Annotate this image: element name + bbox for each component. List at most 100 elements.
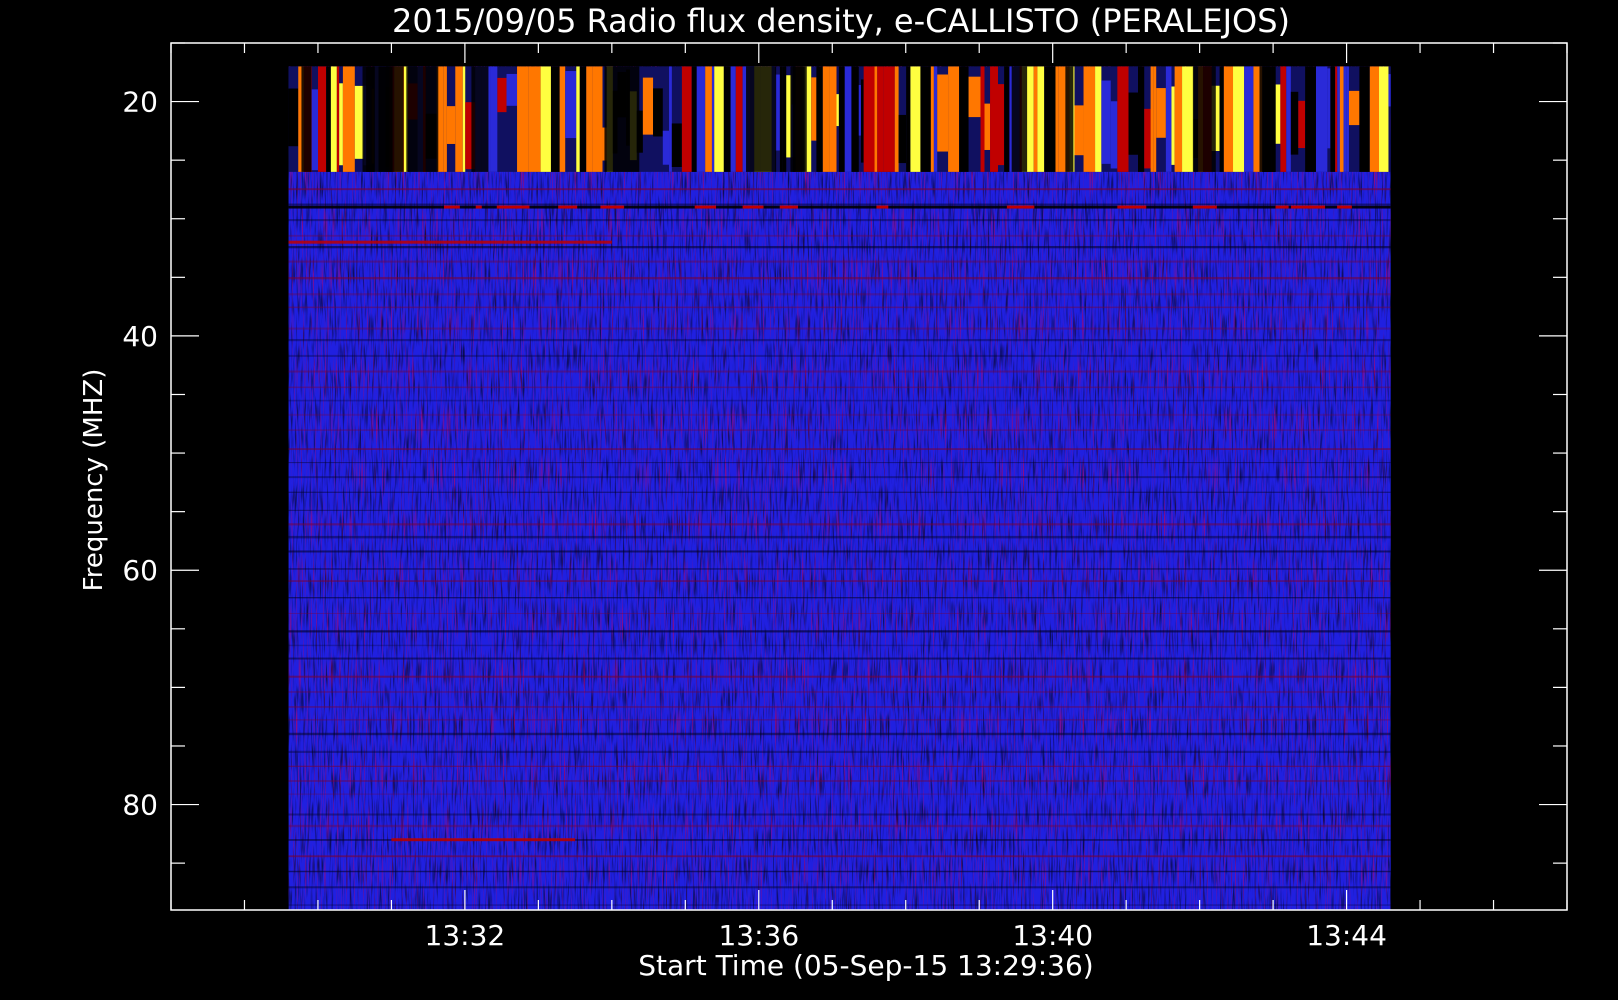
burst-stripe (1233, 66, 1245, 172)
spectrogram-line (288, 293, 1391, 296)
burst-stripe (711, 66, 715, 172)
burst-stripe (696, 66, 706, 172)
spectrogram-line (288, 597, 1391, 599)
y-axis-label: Frequency (MHZ) (79, 369, 109, 592)
spectrogram-line (288, 550, 1391, 553)
narrow-line-segment (1117, 205, 1147, 209)
burst-gap (471, 66, 489, 172)
narrow-line-segment (1006, 205, 1035, 209)
spectrogram-line (288, 523, 1391, 526)
plot-area (288, 66, 1391, 910)
burst-stripe (691, 66, 697, 172)
burst-stripe (1144, 108, 1151, 169)
spectrogram-line (288, 691, 1391, 693)
x-tick-label: 13:36 (718, 919, 799, 952)
spectrogram-line (288, 886, 1391, 889)
narrow-line-segment (558, 205, 578, 209)
narrow-line-segment (498, 205, 508, 209)
narrow-line-segment (1192, 205, 1208, 209)
spectrogram-line (288, 276, 1391, 280)
burst-stripe (898, 114, 907, 164)
x-tick-label: 13:40 (1012, 919, 1093, 952)
burst-stripe (883, 66, 895, 172)
burst-gap (1011, 66, 1028, 172)
spectrogram-line (288, 870, 1391, 873)
spectrogram-line (288, 370, 1391, 373)
burst-gap (406, 66, 439, 172)
spectrogram-line (288, 203, 1391, 205)
burst-stripe (984, 103, 991, 150)
burst-stripe (1327, 68, 1331, 149)
burst-stripe (836, 94, 839, 127)
spectrogram-line (288, 580, 1391, 582)
burst-stripe (1359, 66, 1370, 172)
spectrogram-dark-texture (288, 66, 1391, 910)
burst-stripe (877, 66, 884, 172)
burst-gap (301, 66, 312, 172)
burst-stripe (592, 66, 603, 172)
burst-stripe (653, 88, 663, 137)
burst-stripe (1348, 90, 1360, 126)
spectrogram-line (288, 509, 1391, 511)
burst-stripe (1223, 66, 1234, 172)
spectrogram-line (288, 448, 1391, 450)
spectrogram-line (288, 354, 1391, 357)
burst-stripe (1171, 86, 1175, 165)
spectrogram-line (288, 675, 1391, 678)
spectrogram-line (288, 657, 1391, 660)
burst-stripe (586, 66, 593, 172)
burst-stripe (559, 66, 566, 172)
burst-stripe (1275, 84, 1281, 144)
burst-stripe (948, 66, 960, 172)
narrow-line-segment (475, 205, 482, 209)
spectrogram-line (288, 399, 1391, 402)
burst-stripe (920, 66, 931, 172)
spectrogram-line (288, 612, 1391, 614)
burst-stripe (1074, 105, 1084, 156)
spectrogram-line (288, 327, 1391, 330)
spectrogram-line (288, 904, 1391, 906)
burst-stripe (844, 66, 852, 172)
burst-stripe (1290, 91, 1299, 155)
burst-stripe (1083, 66, 1096, 172)
burst-stripe (490, 66, 498, 172)
burst-stripe (811, 77, 817, 141)
spectrogram-line (288, 824, 1391, 828)
burst-stripe (723, 66, 731, 172)
burst-stripe (1033, 66, 1038, 172)
burst-stripe (330, 66, 337, 172)
burst-stripe (990, 66, 999, 172)
burst-stripe (1037, 66, 1045, 172)
burst-stripe (1298, 100, 1306, 149)
burst-stripe (671, 123, 682, 168)
burst-stripe (705, 66, 712, 172)
burst-stripe (1182, 66, 1194, 172)
narrow-line-segment (1291, 205, 1316, 209)
narrow-line-segment (1206, 205, 1217, 209)
burst-stripe (1138, 66, 1145, 172)
burst-stripe (1128, 92, 1138, 155)
burst-stripe (1095, 66, 1102, 172)
burst-stripe (443, 66, 447, 172)
burst-stripe (829, 66, 837, 172)
burst-stripe (1369, 66, 1380, 172)
burst-stripe (910, 66, 921, 172)
burst-stripe (1388, 74, 1391, 107)
spectrogram-feature (288, 205, 1391, 209)
burst-stripe (1337, 66, 1340, 172)
spectrogram-line (288, 338, 1391, 342)
spectrogram-line (288, 793, 1391, 795)
burst-stripe (782, 66, 787, 172)
burst-gap (1259, 66, 1276, 172)
burst-stripe (318, 66, 327, 172)
burst-stripe (1379, 66, 1389, 172)
burst-stripe (669, 66, 672, 172)
narrow-line-segment (791, 205, 798, 209)
spectrogram-line (288, 535, 1391, 539)
spectrogram-line (288, 732, 1391, 736)
burst-stripe (517, 66, 529, 172)
y-tick-label: 40 (122, 320, 158, 353)
burst-stripe (1101, 80, 1111, 164)
burst-stripe (565, 71, 577, 139)
burst-gap (604, 66, 640, 172)
